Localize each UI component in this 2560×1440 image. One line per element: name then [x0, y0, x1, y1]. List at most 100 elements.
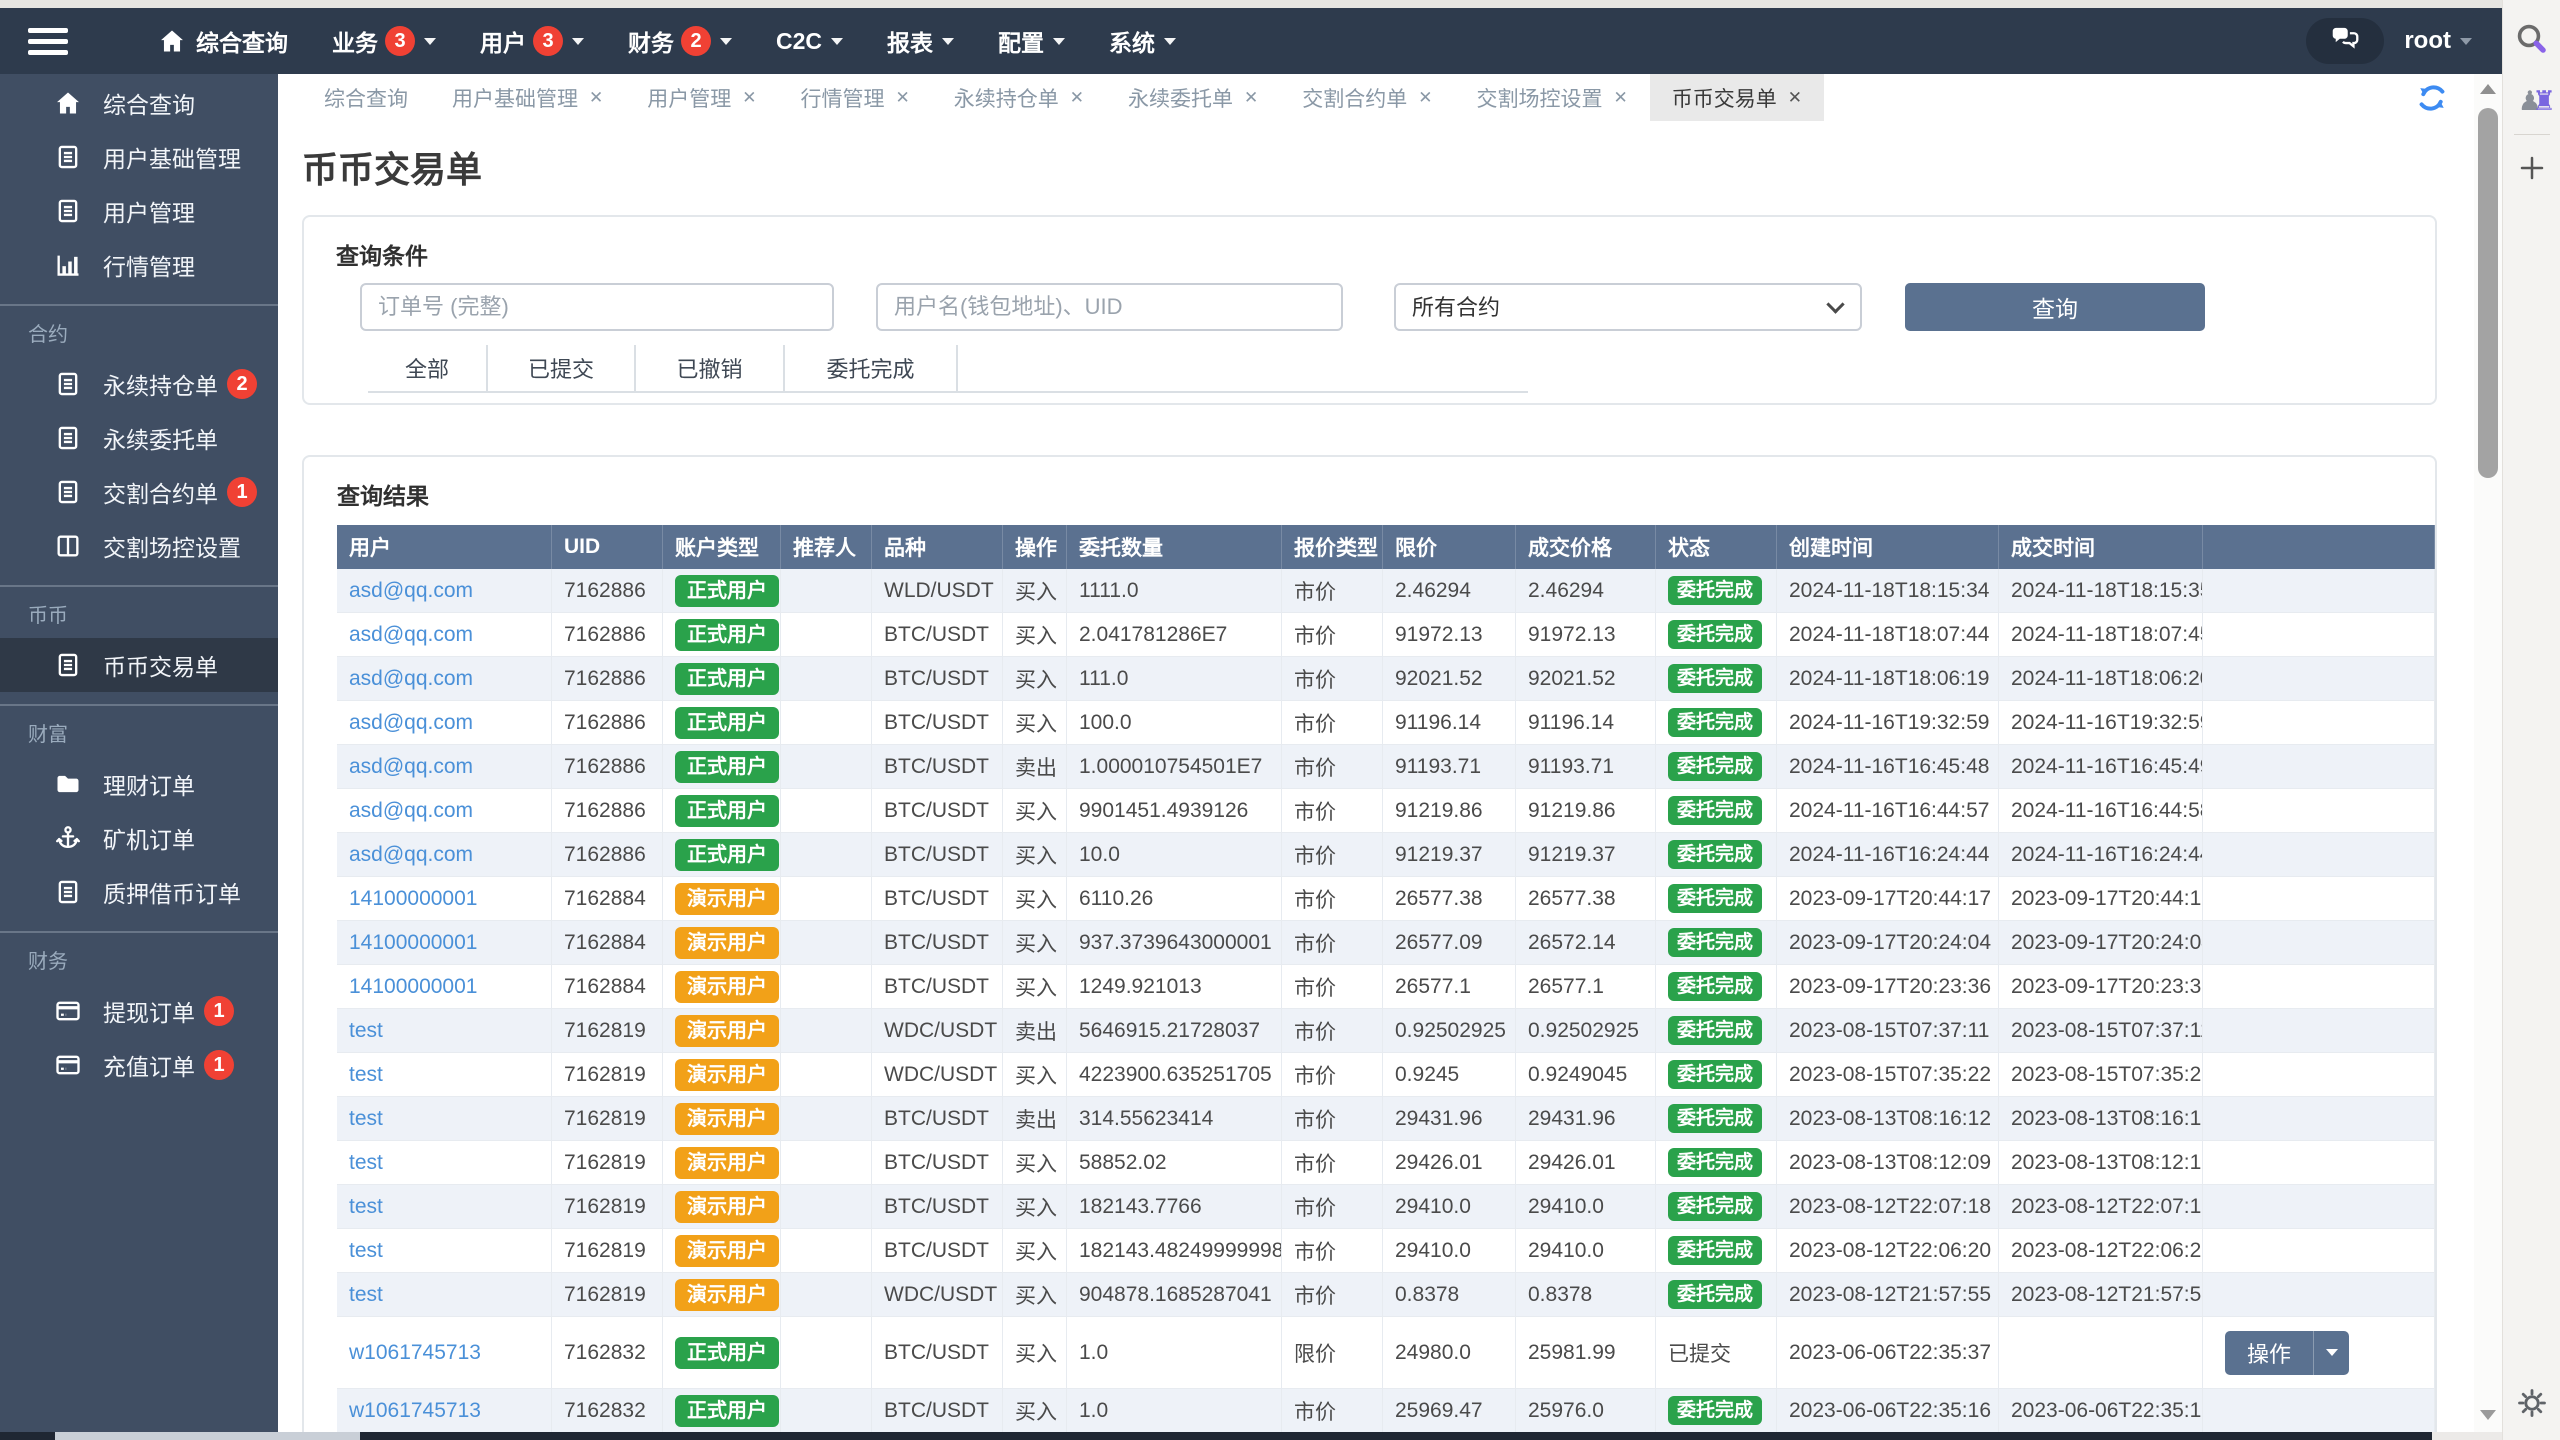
sidebar-item-label: 用户管理 [103, 200, 195, 226]
user-link[interactable]: 14100000001 [349, 887, 477, 911]
refresh-button[interactable] [2416, 74, 2448, 121]
user-link[interactable]: test [349, 1283, 383, 1307]
user-link[interactable]: asd@qq.com [349, 755, 473, 779]
sidebar-item-充值订单[interactable]: 充值订单 1 [0, 1038, 278, 1092]
account-type-cell: 演示用户 [663, 921, 781, 964]
sidebar-item-理财订单[interactable]: 理财订单 [0, 757, 278, 811]
horizontal-scrollbar-thumb[interactable] [55, 1432, 360, 1440]
close-icon[interactable]: ✕ [896, 88, 910, 108]
status-badge: 委托完成 [1668, 1396, 1763, 1425]
user-link[interactable]: 14100000001 [349, 975, 477, 999]
nav-item-系统[interactable]: 系统 [1109, 24, 1177, 58]
user-link[interactable]: asd@qq.com [349, 799, 473, 823]
sidebar-item-质押借币订单[interactable]: 质押借币订单 [0, 865, 278, 919]
close-icon[interactable]: ✕ [1244, 88, 1258, 108]
user-link[interactable]: w1061745713 [349, 1341, 481, 1365]
dealt-time-cell: 2023-09-17T20:24:04 [1999, 921, 2203, 964]
search-icon[interactable] [2503, 16, 2560, 62]
deal-price-cell: 29410.0 [1516, 1229, 1656, 1272]
sidebar-item-行情管理[interactable]: 行情管理 [0, 238, 278, 292]
nav-item-配置[interactable]: 配置 [998, 24, 1066, 58]
close-icon[interactable]: ✕ [1788, 88, 1802, 108]
add-icon[interactable] [2503, 145, 2560, 191]
user-menu[interactable]: root [2404, 27, 2472, 55]
tab-综合查询[interactable]: 综合查询 [302, 74, 430, 121]
scroll-up-arrow-icon[interactable] [2480, 84, 2496, 94]
user-link[interactable]: 14100000001 [349, 931, 477, 955]
dealt-time-cell [1999, 1317, 2203, 1388]
status-badge: 委托完成 [1668, 1236, 1763, 1265]
table-row: test 7162819 演示用户 WDC/USDT 买入 4223900.6352517… [337, 1053, 2435, 1097]
row-action-dropdown[interactable] [2313, 1330, 2349, 1375]
query-button[interactable]: 查询 [1905, 283, 2205, 331]
scroll-down-arrow-icon[interactable] [2480, 1410, 2496, 1420]
sidebar-item-永续委托单[interactable]: 永续委托单 [0, 411, 278, 465]
user-cell: test [337, 1097, 552, 1140]
nav-item-业务[interactable]: 业务 3 [332, 24, 436, 58]
sidebar-item-提现订单[interactable]: 提现订单 1 [0, 984, 278, 1038]
filter-委托完成[interactable]: 委托完成 [785, 345, 958, 391]
user-link[interactable]: asd@qq.com [349, 579, 473, 603]
actions-cell [2203, 701, 2435, 744]
close-icon[interactable]: ✕ [589, 88, 603, 108]
user-link[interactable]: test [349, 1107, 383, 1131]
limit-price-cell: 24980.0 [1383, 1317, 1516, 1388]
created-time-cell: 2023-08-15T07:35:22 [1777, 1053, 1999, 1096]
sidebar-item-币币交易单[interactable]: 币币交易单 [0, 638, 278, 692]
tab-永续持仓单[interactable]: 永续持仓单 ✕ [932, 74, 1106, 121]
tab-永续委托单[interactable]: 永续委托单 ✕ [1106, 74, 1280, 121]
row-action-button[interactable]: 操作 [2225, 1330, 2350, 1375]
sidebar-item-用户基础管理[interactable]: 用户基础管理 [0, 130, 278, 184]
user-link[interactable]: asd@qq.com [349, 623, 473, 647]
filter-已撤销[interactable]: 已撤销 [636, 345, 785, 391]
user-link[interactable]: test [349, 1019, 383, 1043]
nav-item-C2C[interactable]: C2C [776, 28, 844, 55]
vertical-scrollbar-thumb[interactable] [2478, 108, 2498, 478]
actions-cell [2203, 1389, 2435, 1432]
nav-item-财务[interactable]: 财务 2 [628, 24, 732, 58]
vertical-scrollbar[interactable] [2474, 74, 2502, 1432]
horizontal-scrollbar[interactable] [0, 1432, 2560, 1440]
user-link[interactable]: asd@qq.com [349, 667, 473, 691]
user-link[interactable]: w1061745713 [349, 1399, 481, 1423]
quote-type-cell: 市价 [1282, 701, 1383, 744]
user-link[interactable]: test [349, 1063, 383, 1087]
dealt-time-cell: 2023-08-15T07:37:11 [1999, 1009, 2203, 1052]
tab-交割场控设置[interactable]: 交割场控设置 ✕ [1455, 74, 1650, 121]
user-link[interactable]: asd@qq.com [349, 843, 473, 867]
filter-全部[interactable]: 全部 [368, 345, 488, 391]
tab-用户管理[interactable]: 用户管理 ✕ [625, 74, 778, 121]
user-link[interactable]: asd@qq.com [349, 711, 473, 735]
sidebar-item-交割场控设置[interactable]: 交割场控设置 [0, 519, 278, 573]
tab-交割合约单[interactable]: 交割合约单 ✕ [1280, 74, 1454, 121]
user-link[interactable]: test [349, 1151, 383, 1175]
column-header-状态: 状态 [1656, 525, 1777, 569]
close-icon[interactable]: ✕ [1070, 88, 1084, 108]
messages-button[interactable] [2306, 18, 2385, 64]
nav-item-综合查询[interactable]: 综合查询 [158, 24, 288, 58]
tab-币币交易单[interactable]: 币币交易单 ✕ [1649, 74, 1824, 121]
sidebar-item-矿机订单[interactable]: 矿机订单 [0, 811, 278, 865]
order-id-input[interactable] [360, 283, 834, 331]
user-link[interactable]: test [349, 1239, 383, 1263]
sidebar-item-综合查询[interactable]: 综合查询 [0, 76, 278, 130]
settings-gear-icon[interactable] [2503, 1380, 2560, 1426]
nav-item-用户[interactable]: 用户 3 [480, 24, 584, 58]
contract-select-control[interactable]: 所有合约 [1394, 283, 1862, 331]
tab-行情管理[interactable]: 行情管理 ✕ [779, 74, 932, 121]
close-icon[interactable]: ✕ [1418, 88, 1432, 108]
tab-用户基础管理[interactable]: 用户基础管理 ✕ [430, 74, 625, 121]
nav-item-报表[interactable]: 报表 [887, 24, 955, 58]
chess-extension-icon[interactable]: ♟♜ [2503, 78, 2560, 124]
hamburger-menu-icon[interactable] [28, 22, 98, 61]
sidebar-item-交割合约单[interactable]: 交割合约单 1 [0, 465, 278, 519]
close-icon[interactable]: ✕ [742, 88, 756, 108]
sidebar-item-永续持仓单[interactable]: 永续持仓单 2 [0, 357, 278, 411]
filter-已提交[interactable]: 已提交 [488, 345, 636, 391]
sidebar-item-用户管理[interactable]: 用户管理 [0, 184, 278, 238]
username-input[interactable] [876, 283, 1343, 331]
contract-select[interactable]: 所有合约 [1394, 283, 1862, 331]
close-icon[interactable]: ✕ [1614, 88, 1628, 108]
user-link[interactable]: test [349, 1195, 383, 1219]
dealt-time-cell: 2023-09-17T20:44:18 [1999, 877, 2203, 920]
